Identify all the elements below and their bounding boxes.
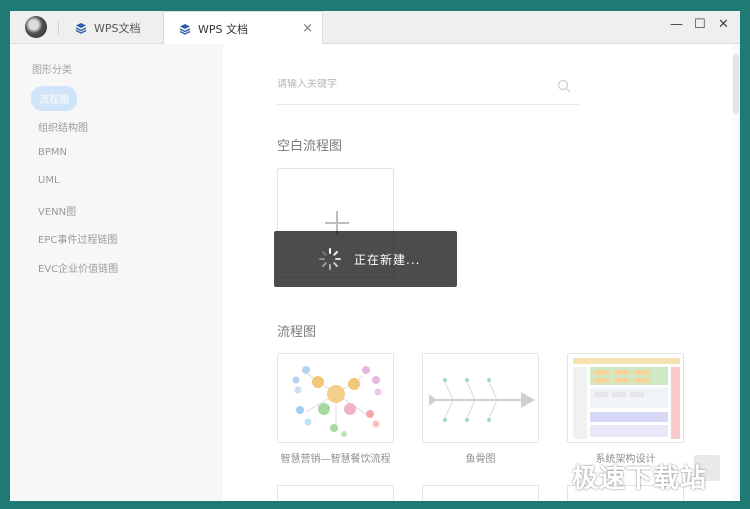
sidebar-item-flowchart[interactable]: 流程图 <box>31 86 77 111</box>
section-title-blank: 空白流程图 <box>277 139 343 154</box>
tab-label: WPS文档 <box>94 21 141 35</box>
search-input[interactable] <box>277 79 537 90</box>
search-icon[interactable] <box>557 79 571 93</box>
scrollbar-thumb[interactable] <box>733 54 739 114</box>
sidebar-item-epc[interactable]: EPC事件过程链图 <box>38 231 117 246</box>
sidebar-item-org-chart[interactable]: 组织结构图 <box>38 119 88 134</box>
architecture-thumbnail <box>573 358 680 439</box>
template-card-row2-1[interactable] <box>277 485 394 501</box>
loading-overlay: 正在新建... <box>274 231 457 287</box>
sidebar-item-venn[interactable]: VENN图 <box>38 203 76 218</box>
maximize-button[interactable]: ☐ <box>694 17 706 32</box>
tab-close-icon[interactable]: × <box>302 21 313 36</box>
sidebar-title: 图形分类 <box>32 65 72 76</box>
loading-text: 正在新建... <box>354 253 421 267</box>
template-card-smart-marketing[interactable] <box>277 353 394 443</box>
template-card-system-architecture[interactable] <box>567 353 684 443</box>
tab-wps-doc-1[interactable]: WPS文档 <box>72 11 141 44</box>
template-card-fishbone[interactable] <box>422 353 539 443</box>
watermark: 极速下载站 <box>572 464 708 494</box>
sidebar-item-bpmn[interactable]: BPMN <box>38 147 67 158</box>
title-separator <box>58 22 59 34</box>
tab-label: WPS 文档 <box>198 22 248 36</box>
fishbone-thumbnail <box>429 378 535 422</box>
template-card-row2-2[interactable] <box>422 485 539 501</box>
search-bar <box>277 71 579 105</box>
template-label: 智慧营销—智慧餐饮流程 <box>280 454 391 465</box>
template-label: 鱼骨图 <box>465 454 496 465</box>
category-sidebar: 图形分类 流程图 组织结构图 BPMN UML VENN图 EPC事件过程链图 … <box>10 44 223 501</box>
mindmap-thumbnail <box>292 366 382 437</box>
sidebar-item-evc[interactable]: EVC企业价值链图 <box>38 260 118 275</box>
sidebar-item-uml[interactable]: UML <box>38 175 60 186</box>
wps-doc-icon <box>179 23 191 35</box>
close-window-button[interactable]: ✕ <box>718 17 729 32</box>
minimize-button[interactable]: — <box>670 17 683 32</box>
avatar[interactable] <box>25 16 47 38</box>
tab-wps-doc-2[interactable]: WPS 文档 × <box>163 11 323 45</box>
title-bar: WPS文档 WPS 文档 × — ☐ ✕ <box>10 11 740 45</box>
spinner-icon <box>319 248 341 270</box>
wps-doc-icon <box>75 22 87 34</box>
section-title-flowchart: 流程图 <box>277 325 317 340</box>
